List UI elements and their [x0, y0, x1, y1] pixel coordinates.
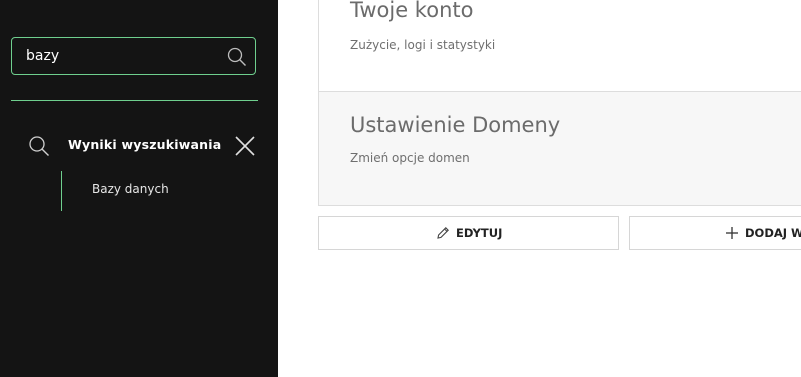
domain-settings-card[interactable]: Ustawienie Domeny Zmień opcje domen: [319, 92, 801, 205]
search-results-title: Wyniki wyszukiwania: [68, 137, 222, 152]
add-button-label: DODAJ W: [745, 226, 801, 240]
pencil-icon: [437, 227, 449, 239]
add-button[interactable]: DODAJ W: [629, 216, 801, 250]
main-content: Twoje konto Zużycie, logi i statystyki U…: [278, 0, 801, 377]
domain-card-title: Ustawienie Domeny: [350, 113, 561, 137]
sidebar-divider: [11, 100, 258, 101]
search-input[interactable]: [26, 38, 216, 74]
plus-icon: [726, 227, 738, 239]
sidebar: Wyniki wyszukiwania Bazy danych: [0, 0, 278, 377]
settings-card-group: Twoje konto Zużycie, logi i statystyki U…: [318, 0, 801, 206]
account-card[interactable]: Twoje konto Zużycie, logi i statystyki: [319, 0, 801, 92]
search-icon[interactable]: [227, 47, 247, 67]
search-results-header: Wyniki wyszukiwania: [28, 134, 258, 158]
domain-card-subtitle: Zmień opcje domen: [350, 151, 470, 165]
account-card-title: Twoje konto: [350, 0, 474, 22]
search-result-item[interactable]: Bazy danych: [92, 182, 169, 196]
edit-button[interactable]: EDYTUJ: [318, 216, 619, 250]
search-icon: [28, 135, 50, 157]
edit-button-label: EDYTUJ: [456, 226, 503, 240]
search-results-list: Bazy danych: [61, 171, 252, 211]
search-field[interactable]: [11, 37, 256, 75]
account-card-subtitle: Zużycie, logi i statystyki: [350, 38, 496, 52]
close-icon[interactable]: [234, 135, 256, 157]
